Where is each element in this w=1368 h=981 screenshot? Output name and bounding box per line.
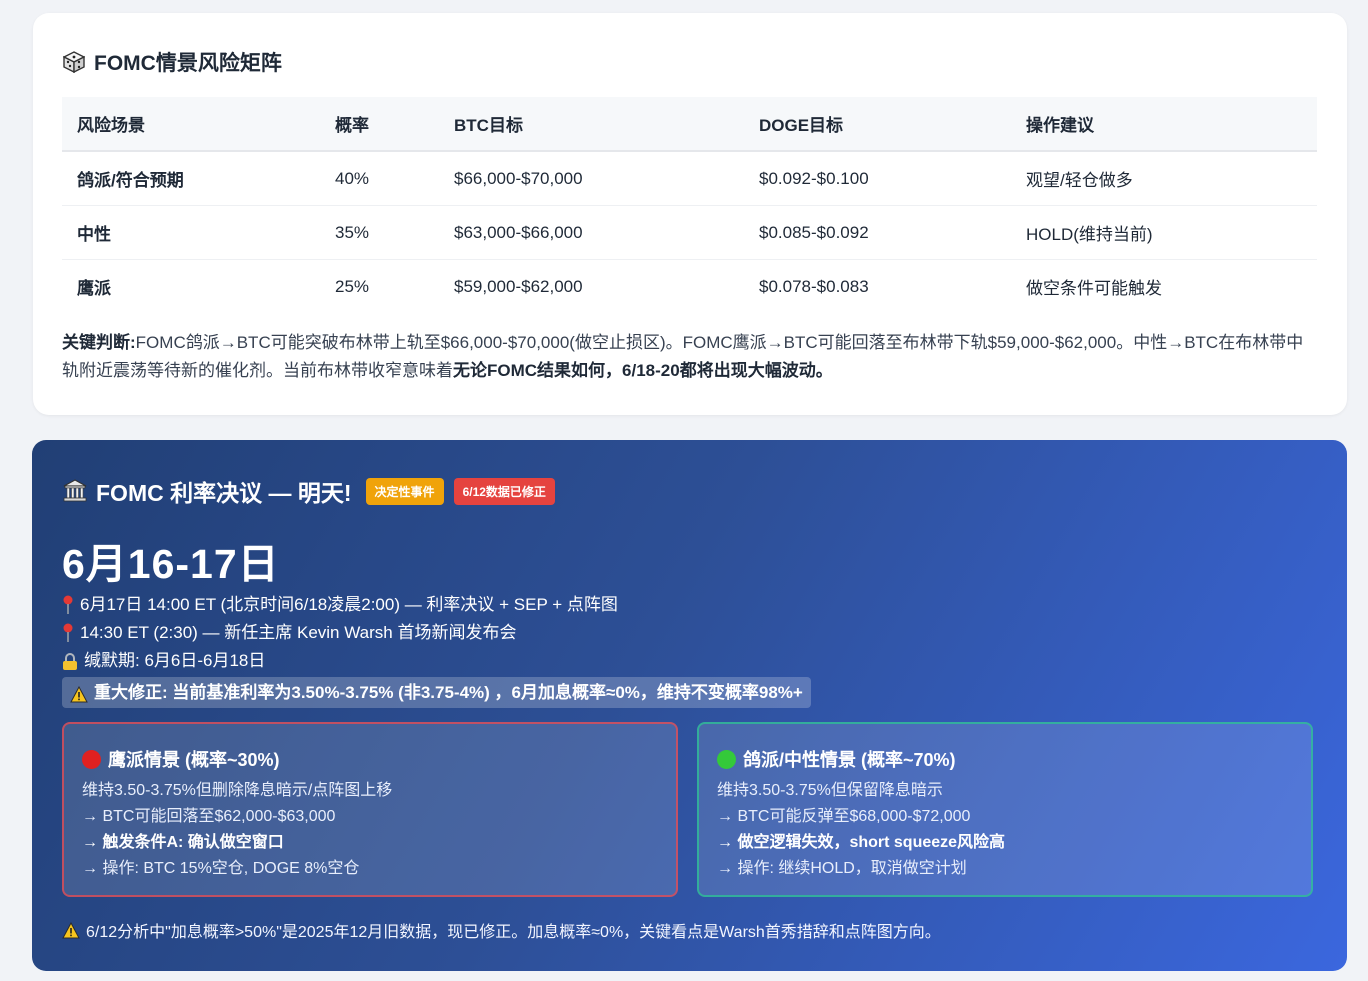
schedule-line: 14:30 ET (2:30) — 新任主席 Kevin Warsh 首场新闻发… (62, 619, 811, 647)
doge-target-cell: $0.085-$0.092 (744, 205, 1011, 260)
header-advice: 操作建议 (1011, 97, 1317, 152)
footnote-text: 6/12分析中"加息概率>50%"是2025年12月旧数据，现已修正。加息概率≈… (86, 924, 941, 941)
btc-target-cell: $66,000-$70,000 (439, 151, 744, 206)
dovish-line: 维持3.50-3.75%但保留降息暗示 (717, 782, 943, 799)
doge-target-cell: $0.092-$0.100 (744, 151, 1011, 206)
warning-icon (70, 684, 88, 703)
key-judgement-label: 关键判断: (62, 333, 136, 352)
key-judgement: 关键判断:FOMC鸽派→BTC可能突破布林带上轨至$66,000-$70,000… (62, 329, 1312, 385)
fomc-schedule: 6月17日 14:00 ET (北京时间6/18凌晨2:00) — 利率决议 +… (62, 591, 811, 712)
advice-cell: 做空条件可能触发 (1026, 279, 1162, 298)
risk-matrix-table: 风险场景 概率 BTC目标 DOGE目标 操作建议 鸽派/符合预期 40% $6… (62, 97, 1317, 313)
risk-matrix-title: FOMC情景风险矩阵 (62, 47, 282, 77)
red-circle-icon (82, 749, 101, 769)
advice-cell: HOLD(维持当前) (1011, 205, 1317, 260)
btc-target-cell: $63,000-$66,000 (439, 205, 744, 260)
risk-matrix-card: FOMC情景风险矩阵 风险场景 概率 BTC目标 DOGE目标 操作建议 鸽派/… (33, 13, 1347, 415)
decisive-event-badge: 决定性事件 (365, 477, 444, 505)
fomc-decision-card: FOMC 利率决议 — 明天! 决定性事件 6/12数据已修正 6月16-17日… (32, 440, 1347, 971)
scenario-cell: 中性 (62, 205, 320, 260)
header-doge-target: DOGE目标 (744, 97, 1011, 152)
pushpin-icon (62, 623, 74, 643)
advice-cell: 观望/轻仓做多 (1011, 151, 1317, 206)
hawkish-line: 维持3.50-3.75%但删除降息暗示/点阵图上移 (82, 782, 393, 799)
key-judgement-emphasis: 无论FOMC结果如何，6/18-20都将出现大幅波动。 (453, 361, 833, 380)
probability-cell: 25% (335, 276, 370, 296)
table-header-row: 风险场景 概率 BTC目标 DOGE目标 操作建议 (62, 97, 1317, 152)
table-row: 鹰派 25% $59,000-$62,000 $0.078-$0.083 做空条… (62, 260, 1317, 314)
schedule-line: 缄默期: 6月6日-6月18日 (62, 647, 811, 675)
dovish-scenario-box: 鸽派/中性情景 (概率~70%) 维持3.50-3.75%但保留降息暗示 → B… (697, 722, 1313, 897)
dovish-line: → 做空逻辑失效，short squeeze风险高 (717, 834, 1006, 851)
scenario-cell: 鸽派/符合预期 (62, 151, 320, 206)
hawkish-scenario-title: 鹰派情景 (概率~30%) (82, 746, 658, 772)
probability-cell: 35% (320, 205, 439, 260)
dice-icon (62, 51, 86, 74)
doge-target-cell: $0.078-$0.083 (759, 276, 869, 296)
warning-icon (62, 921, 80, 939)
schedule-line-text: 6月17日 14:00 ET (北京时间6/18凌晨2:00) — 利率决议 +… (80, 595, 618, 614)
hawkish-line: → 触发条件A: 确认做空窗口 (82, 834, 284, 851)
hawkish-line: → 操作: BTC 15%空仓, DOGE 8%空仓 (82, 860, 360, 877)
dovish-scenario-title: 鸽派/中性情景 (概率~70%) (717, 746, 1293, 772)
fomc-date: 6月16-17日 (62, 541, 280, 587)
schedule-line-text: 缄默期: 6月6日-6月18日 (84, 651, 266, 670)
fomc-title: FOMC 利率决议 — 明天! (96, 480, 352, 506)
table-row: 中性 35% $63,000-$66,000 $0.085-$0.092 HOL… (62, 205, 1317, 260)
dovish-line: → 操作: 继续HOLD，取消做空计划 (717, 860, 967, 877)
table-row: 鸽派/符合预期 40% $66,000-$70,000 $0.092-$0.10… (62, 151, 1317, 206)
correction-footnote: 6/12分析中"加息概率>50%"是2025年12月旧数据，现已修正。加息概率≈… (62, 918, 941, 942)
header-btc-target: BTC目标 (439, 97, 744, 152)
dovish-line: → BTC可能反弹至$68,000-$72,000 (717, 808, 971, 825)
schedule-line-text: 14:30 ET (2:30) — 新任主席 Kevin Warsh 首场新闻发… (80, 623, 517, 642)
lock-icon (62, 652, 78, 670)
header-probability: 概率 (320, 97, 439, 152)
fomc-header: FOMC 利率决议 — 明天! 决定性事件 6/12数据已修正 (62, 474, 555, 508)
btc-target-cell: $59,000-$62,000 (454, 276, 583, 296)
pushpin-icon (62, 595, 74, 615)
risk-matrix-title-text: FOMC情景风险矩阵 (94, 52, 282, 75)
hawkish-scenario-box: 鹰派情景 (概率~30%) 维持3.50-3.75%但删除降息暗示/点阵图上移 … (62, 722, 678, 897)
hawkish-scenario-title-text: 鹰派情景 (概率~30%) (108, 750, 280, 770)
probability-cell: 40% (320, 151, 439, 206)
scenario-cell: 鹰派 (77, 279, 111, 298)
major-correction-banner: 重大修正: 当前基准利率为3.50%-3.75% (非3.75-4%) ，6月加… (62, 677, 811, 708)
data-corrected-badge: 6/12数据已修正 (453, 477, 555, 505)
bank-icon (62, 478, 88, 504)
major-correction-text: 重大修正: 当前基准利率为3.50%-3.75% (非3.75-4%) ，6月加… (94, 682, 803, 702)
header-scenario: 风险场景 (62, 97, 320, 152)
dovish-scenario-title-text: 鸽派/中性情景 (概率~70%) (743, 750, 956, 770)
hawkish-line: → BTC可能回落至$62,000-$63,000 (82, 808, 336, 825)
green-circle-icon (717, 749, 736, 769)
schedule-line: 6月17日 14:00 ET (北京时间6/18凌晨2:00) — 利率决议 +… (62, 591, 811, 619)
